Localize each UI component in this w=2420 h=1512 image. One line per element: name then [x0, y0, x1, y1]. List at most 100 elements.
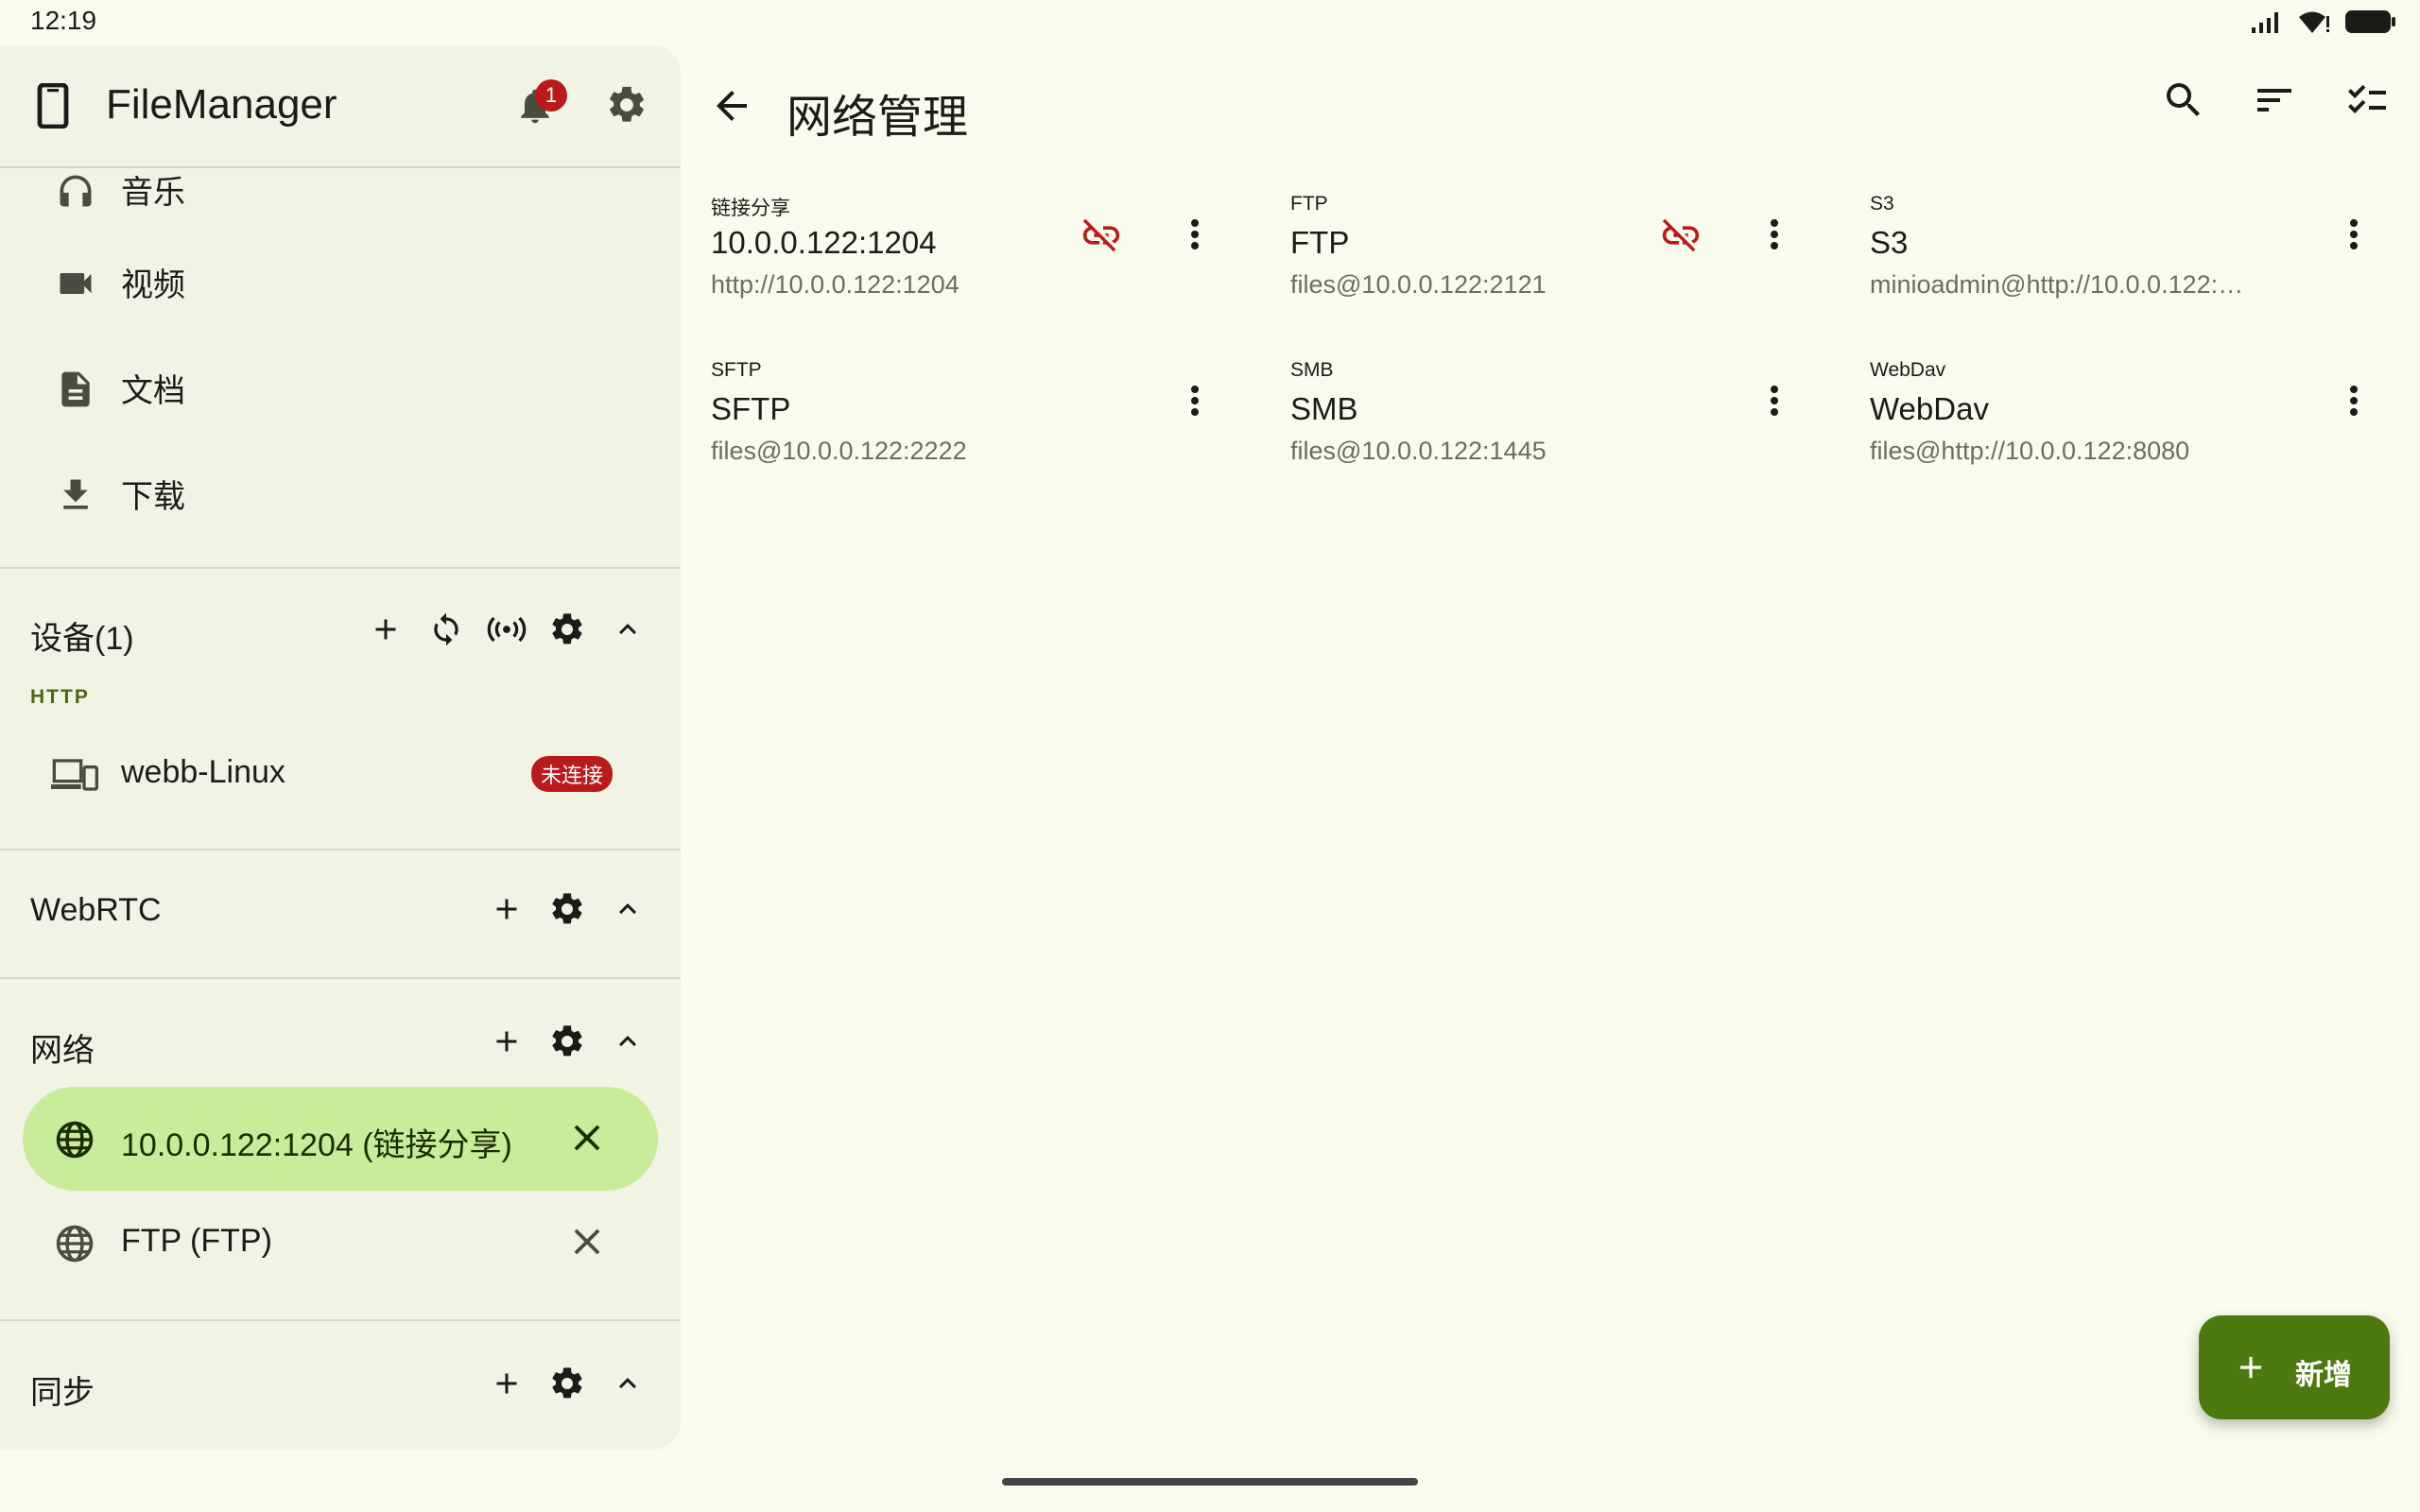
navigation-drawer: 音乐 视频 文档 下载 FileManager 1 设备(1) HTTP web…	[0, 45, 681, 1450]
collapse-devices-button[interactable]	[605, 607, 650, 652]
more-vert-icon[interactable]	[1752, 212, 1797, 257]
devices-settings-button[interactable]	[544, 607, 590, 652]
add-sync-button[interactable]	[484, 1361, 529, 1406]
wifi-icon	[2299, 11, 2329, 33]
nav-item-label: 文档	[121, 373, 185, 409]
chevron-up-icon	[619, 624, 636, 635]
plus-icon	[496, 1031, 517, 1052]
network-section-title: 网络	[30, 1033, 95, 1069]
network-card-webdav[interactable]: WebDav WebDav files@http://10.0.0.122:80…	[1870, 359, 2399, 510]
more-vert-icon[interactable]	[1172, 378, 1218, 423]
sync-settings-button[interactable]	[544, 1361, 590, 1406]
plus-icon	[496, 1373, 517, 1394]
more-vert-icon[interactable]	[2331, 212, 2377, 257]
divider	[0, 567, 681, 569]
network-item-label: 10.0.0.122:1204 (链接分享)	[121, 1127, 512, 1163]
card-name: S3	[1870, 225, 1909, 260]
status-time: 12:19	[30, 6, 97, 35]
card-name: SFTP	[711, 391, 791, 426]
gear-icon	[552, 1025, 582, 1057]
download-icon	[63, 479, 88, 509]
more-vert-icon[interactable]	[1752, 378, 1797, 423]
card-type: SMB	[1290, 359, 1334, 381]
broadcast-icon	[487, 616, 527, 643]
network-settings-button[interactable]	[544, 1019, 590, 1064]
gear-icon	[552, 613, 582, 644]
network-item-ftp[interactable]: FTP (FTP)	[23, 1191, 658, 1295]
card-address: files@http://10.0.0.122:8080	[1870, 437, 2190, 465]
phone-icon	[37, 83, 69, 129]
nav-item-downloads[interactable]: 下载	[0, 444, 681, 539]
add-device-button[interactable]	[363, 607, 408, 652]
collapse-sync-button[interactable]	[605, 1361, 650, 1406]
page-title: 网络管理	[786, 93, 969, 143]
more-vert-icon[interactable]	[2331, 378, 2377, 423]
nav-item-documents[interactable]: 文档	[0, 338, 681, 433]
refresh-devices-button[interactable]	[424, 607, 469, 652]
more-vert-icon[interactable]	[1172, 212, 1218, 257]
checklist-icon[interactable]	[2344, 77, 2390, 123]
card-address: files@10.0.0.122:1445	[1290, 437, 1547, 465]
device-item[interactable]: webb-Linux 未连接	[0, 728, 681, 822]
broadcast-button[interactable]	[484, 607, 529, 652]
gear-icon	[552, 893, 582, 924]
link-off-icon	[1082, 218, 1120, 252]
add-network-button[interactable]	[484, 1019, 529, 1064]
add-new-fab[interactable]: 新增	[2199, 1315, 2390, 1419]
nav-item-label: 视频	[121, 267, 185, 303]
webrtc-settings-button[interactable]	[544, 886, 590, 932]
home-indicator[interactable]	[1002, 1478, 1418, 1486]
card-name: SMB	[1290, 391, 1358, 426]
card-type: S3	[1870, 193, 1894, 215]
chevron-up-icon	[619, 1036, 636, 1047]
card-type: SFTP	[711, 359, 762, 381]
app-title: FileManager	[106, 81, 337, 128]
network-card-s3[interactable]: S3 S3 minioadmin@http://10.0.0.122:…	[1870, 193, 2399, 344]
devices-section-title: 设备(1)	[30, 621, 134, 657]
divider	[0, 849, 681, 850]
disconnected-badge: 未连接	[531, 756, 614, 792]
sync-section-title: 同步	[30, 1375, 95, 1411]
sync-icon	[434, 612, 458, 646]
device-label: webb-Linux	[121, 754, 285, 790]
videocam-icon	[60, 273, 92, 294]
search-icon[interactable]	[2161, 77, 2206, 123]
network-card-sftp[interactable]: SFTP SFTP files@10.0.0.122:2222	[711, 359, 1240, 510]
card-name: 10.0.0.122:1204	[711, 225, 937, 260]
plus-icon	[2239, 1356, 2262, 1379]
collapse-network-button[interactable]	[605, 1019, 650, 1064]
device-group-label: HTTP	[30, 686, 90, 708]
plus-icon	[496, 899, 517, 919]
plus-icon	[375, 619, 396, 640]
chevron-up-icon	[619, 1378, 636, 1389]
fab-label: 新增	[2295, 1360, 2352, 1391]
document-icon	[61, 371, 90, 407]
close-icon[interactable]	[565, 1220, 609, 1263]
chevron-up-icon	[619, 903, 636, 915]
network-card-ftp[interactable]: FTP FTP files@10.0.0.122:2121	[1290, 193, 1820, 344]
devices-icon	[51, 759, 98, 791]
settings-gear-icon[interactable]	[605, 83, 648, 127]
collapse-webrtc-button[interactable]	[605, 886, 650, 932]
battery-icon	[2345, 10, 2395, 33]
drawer-header: FileManager 1	[0, 45, 681, 168]
back-arrow-icon[interactable]	[709, 83, 754, 129]
nav-item-video[interactable]: 视频	[0, 232, 681, 327]
card-name: FTP	[1290, 225, 1350, 260]
globe-icon	[56, 1121, 94, 1159]
card-type: 链接分享	[711, 198, 790, 219]
globe-icon	[56, 1225, 94, 1263]
webrtc-section-title: WebRTC	[30, 892, 162, 928]
divider	[0, 1319, 681, 1321]
close-icon[interactable]	[565, 1116, 609, 1160]
network-card-smb[interactable]: SMB SMB files@10.0.0.122:1445	[1290, 359, 1820, 510]
add-webrtc-button[interactable]	[484, 886, 529, 932]
network-item-link-share[interactable]: 10.0.0.122:1204 (链接分享)	[23, 1087, 658, 1191]
network-item-label: FTP (FTP)	[121, 1223, 272, 1259]
card-address: files@10.0.0.122:2121	[1290, 270, 1547, 299]
card-address: files@10.0.0.122:2222	[711, 437, 967, 465]
status-bar: 12:19	[0, 0, 2420, 43]
notification-badge: 1	[535, 79, 567, 112]
network-card-link-share[interactable]: 链接分享 10.0.0.122:1204 http://10.0.0.122:1…	[711, 193, 1240, 344]
sort-icon[interactable]	[2252, 77, 2297, 123]
